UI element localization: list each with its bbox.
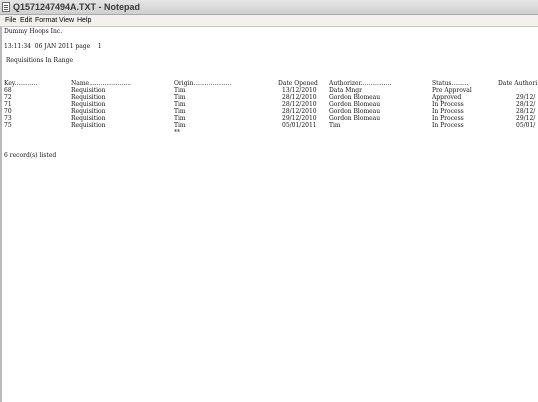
cell-date-opened: 28/12/2010 — [282, 101, 317, 108]
report-title: Requisitions In Range — [4, 57, 74, 64]
cell-status: In Process — [432, 108, 464, 115]
cell-date-opened: 05/01/2011 — [282, 122, 317, 129]
text-editor-area[interactable]: Dummy Hoops Inc. 13:11:34 06 JAN 2011 pa… — [0, 27, 538, 402]
timestamp-line: 13:11:34 06 JAN 2011 page 1 — [4, 43, 102, 50]
cell-authorizer: Gordon Blomeau — [329, 108, 381, 115]
cell-date-authorized: 29/12/ — [516, 94, 536, 101]
cell-authorizer: Data Mngr — [329, 87, 362, 94]
cell-name: Requisition — [71, 101, 106, 108]
menu-bar: File Edit Format View Help — [0, 15, 538, 27]
header-status: Status......... — [432, 80, 469, 87]
cell-origin: Tim — [174, 122, 186, 129]
menu-file[interactable]: File — [4, 15, 17, 26]
header-date-authorized: Date Authori — [498, 80, 538, 87]
cell-key: 73 — [4, 115, 12, 122]
cell-name: Requisition — [71, 87, 106, 94]
cell-origin: Tim — [174, 87, 186, 94]
company-name: Dummy Hoops Inc. — [4, 28, 63, 35]
cell-status: Approved — [432, 94, 462, 101]
header-authorizer: Authorizer................ — [329, 80, 392, 87]
header-date-opened: Date Opened — [278, 80, 318, 87]
cell-date-authorized: 05/01/ — [516, 122, 536, 129]
origin-footer-marker: ** — [174, 129, 180, 136]
cell-origin: Tim — [174, 115, 186, 122]
menu-view[interactable]: View — [58, 15, 75, 26]
cell-key: 68 — [4, 87, 12, 94]
header-name: Name...................... — [71, 80, 132, 87]
header-key: Key............ — [4, 80, 38, 87]
cell-name: Requisition — [71, 108, 106, 115]
cell-status: In Process — [432, 115, 464, 122]
cell-authorizer: Tim — [329, 122, 341, 129]
cell-authorizer: Gordon Blomeau — [329, 94, 381, 101]
cell-authorizer: Gordon Blomeau — [329, 115, 381, 122]
cell-origin: Tim — [174, 101, 186, 108]
cell-authorizer: Gordon Blomeau — [329, 101, 381, 108]
menu-help[interactable]: Help — [76, 15, 92, 26]
window-title: Q1571247494A.TXT - Notepad — [13, 2, 141, 12]
cell-date-opened: 28/12/2010 — [282, 94, 317, 101]
cell-name: Requisition — [71, 94, 106, 101]
cell-origin: Tim — [174, 94, 186, 101]
cell-origin: Tim — [174, 108, 186, 115]
cell-date-opened: 28/12/2010 — [282, 108, 317, 115]
notepad-icon[interactable] — [2, 2, 10, 12]
cell-date-authorized: 29/12/ — [516, 115, 536, 122]
menu-edit[interactable]: Edit — [19, 15, 33, 26]
cell-name: Requisition — [71, 122, 106, 129]
cell-date-authorized: 28/12/ — [516, 108, 536, 115]
cell-status: Pre Approval — [432, 87, 472, 94]
cell-name: Requisition — [71, 115, 106, 122]
cell-key: 71 — [4, 101, 12, 108]
cell-key: 70 — [4, 108, 12, 115]
menu-format[interactable]: Format — [34, 15, 58, 26]
header-origin: Origin.................... — [174, 80, 232, 87]
cell-status: In Process — [432, 122, 464, 129]
cell-date-authorized: 28/12/ — [516, 101, 536, 108]
cell-status: In Process — [432, 101, 464, 108]
cell-date-opened: 13/12/2010 — [282, 87, 317, 94]
title-bar[interactable]: Q1571247494A.TXT - Notepad — [0, 0, 538, 15]
notepad-window: Q1571247494A.TXT - Notepad File Edit For… — [0, 0, 538, 402]
records-count-line: 6 record(s) listed — [4, 152, 57, 159]
cell-key: 72 — [4, 94, 12, 101]
cell-key: 75 — [4, 122, 12, 129]
cell-date-opened: 29/12/2010 — [282, 115, 317, 122]
